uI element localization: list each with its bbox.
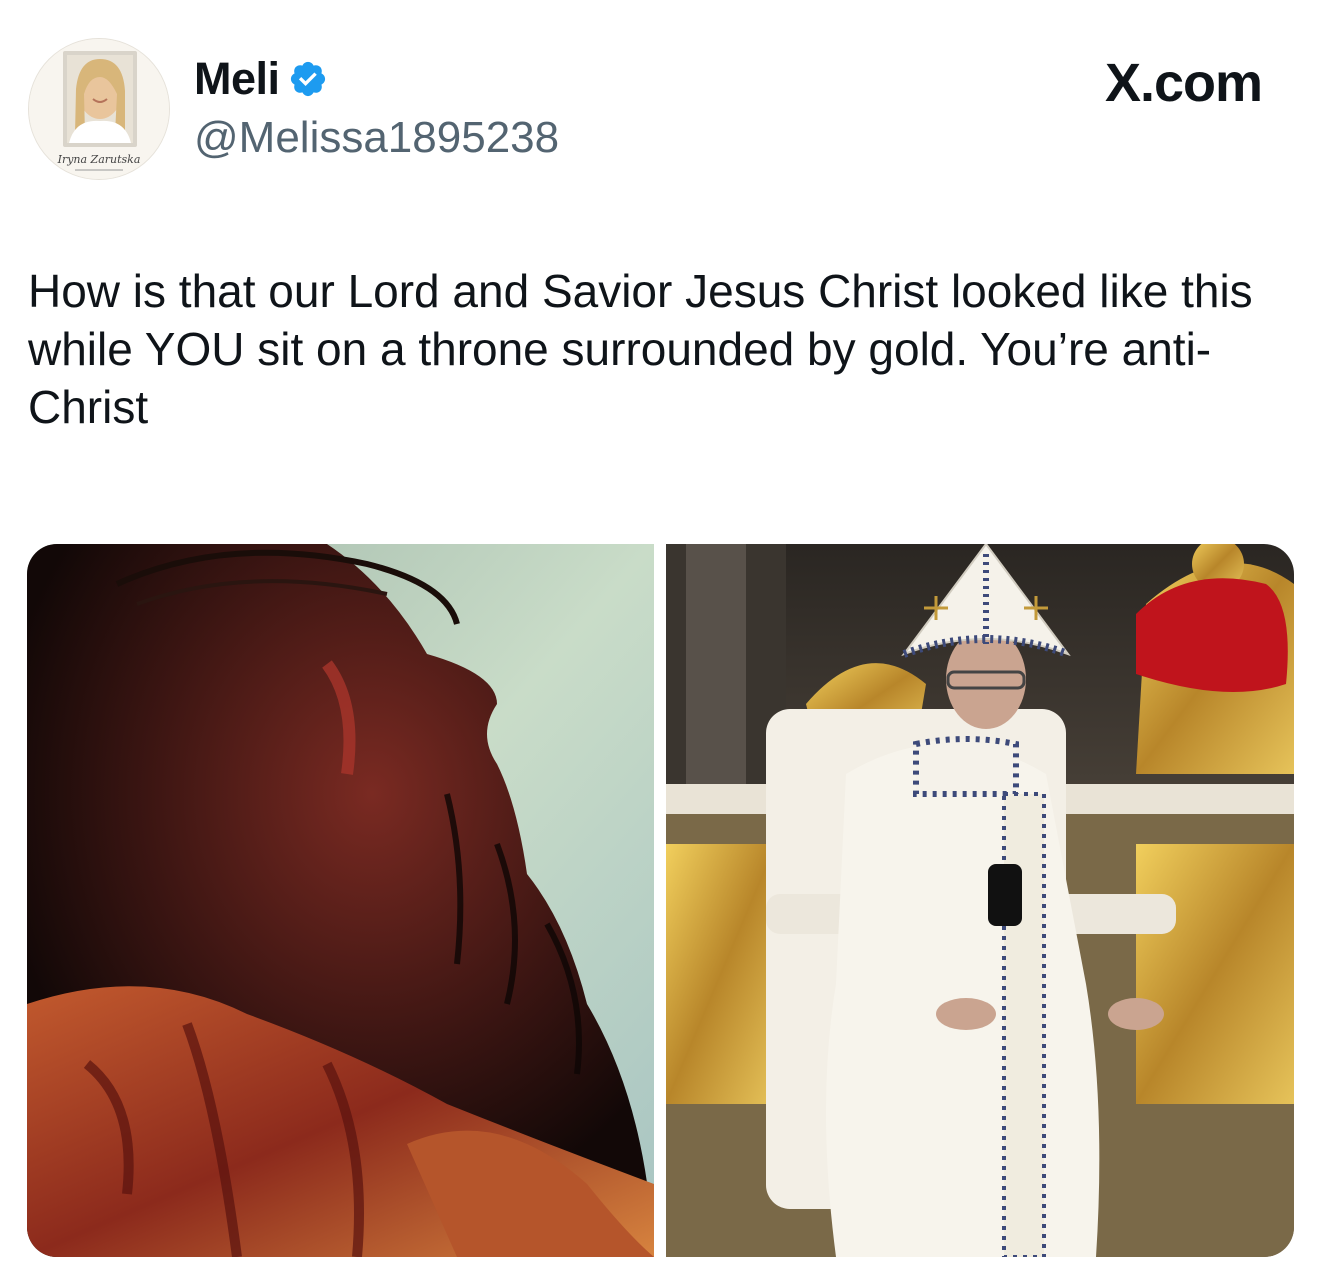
site-label: X.com xyxy=(1104,53,1263,113)
media-photo-1[interactable] xyxy=(27,544,654,1257)
tweet-media-grid[interactable] xyxy=(27,544,1294,1257)
crucifixion-painting-image xyxy=(27,544,654,1257)
tweet-text: How is that our Lord and Savior Jesus Ch… xyxy=(28,265,1253,433)
author-avatar[interactable]: Iryna Zarutska xyxy=(28,38,170,180)
avatar-caption: Iryna Zarutska xyxy=(57,153,141,166)
author-handle[interactable]: @Melissa1895238 xyxy=(194,116,559,160)
avatar-portrait-image: Iryna Zarutska xyxy=(29,39,169,179)
author-name-row[interactable]: Meli xyxy=(194,56,328,101)
verified-badge-icon xyxy=(290,61,325,96)
author-display-name[interactable]: Meli xyxy=(194,56,280,101)
media-photo-2[interactable] xyxy=(666,544,1294,1257)
cardinal-on-throne-image xyxy=(666,544,1294,1257)
